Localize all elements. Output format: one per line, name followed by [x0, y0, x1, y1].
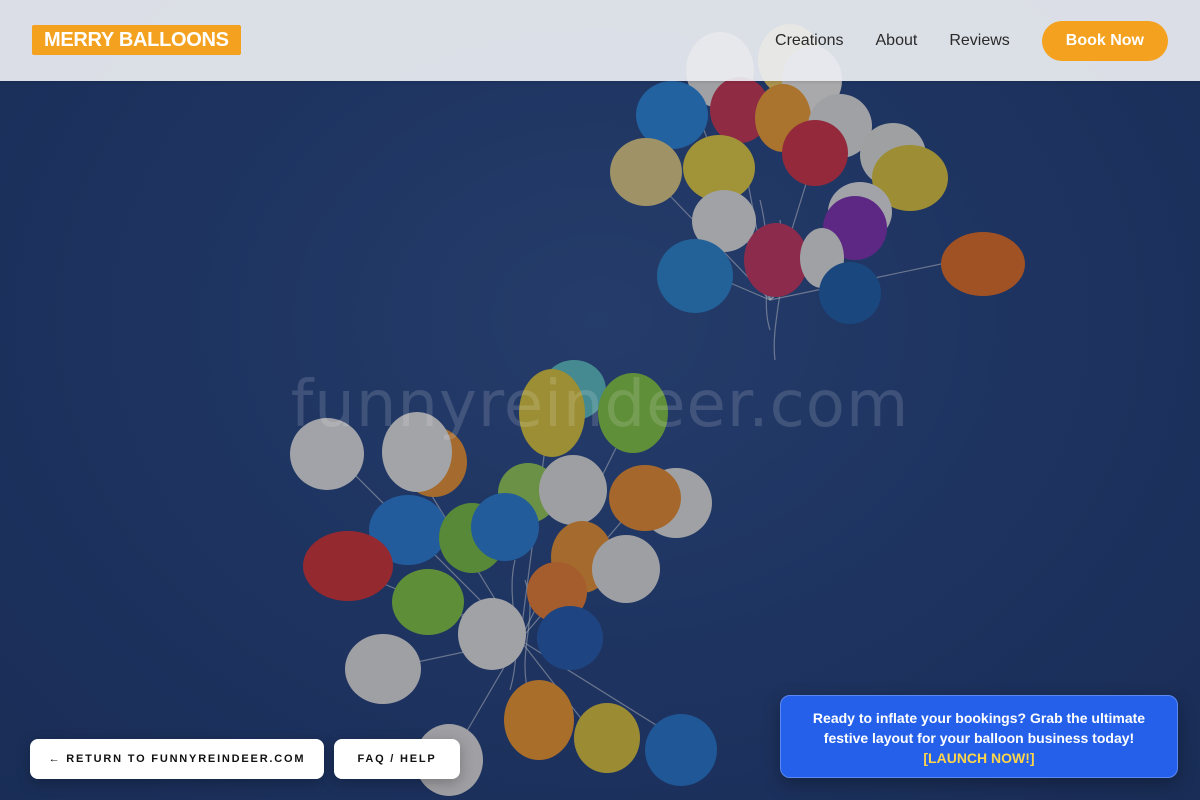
- site-header: MERRY BALLOONS Creations About Reviews B…: [0, 0, 1200, 81]
- main-nav: Creations About Reviews Book Now: [775, 0, 1168, 81]
- hero-balloons-image: [0, 0, 1200, 800]
- return-to-site-button[interactable]: ← RETURN TO FUNNYREINDEER.COM: [30, 739, 324, 779]
- page: funnyreindeer.com MERRY BALLOONS Creatio…: [0, 0, 1200, 800]
- launch-now-link[interactable]: [LAUNCH NOW!]: [803, 748, 1155, 768]
- book-now-button[interactable]: Book Now: [1041, 20, 1168, 61]
- promo-text: Ready to inflate your bookings? Grab the…: [812, 710, 1146, 746]
- brand-logo[interactable]: MERRY BALLOONS: [32, 25, 241, 55]
- faq-help-button[interactable]: FAQ / HELP: [334, 739, 460, 779]
- promo-banner: Ready to inflate your bookings? Grab the…: [780, 695, 1178, 778]
- nav-link-reviews[interactable]: Reviews: [949, 32, 1009, 50]
- nav-link-creations[interactable]: Creations: [775, 32, 843, 50]
- nav-link-about[interactable]: About: [876, 32, 918, 50]
